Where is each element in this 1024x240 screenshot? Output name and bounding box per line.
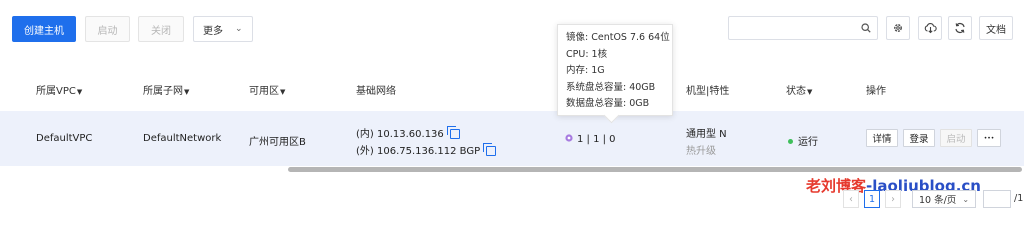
download-button[interactable] <box>918 16 942 40</box>
chevron-down-icon: ⌄ <box>962 194 970 204</box>
next-page-button[interactable]: › <box>885 190 901 208</box>
search-icon <box>861 23 871 33</box>
col-header-ops: 操作 <box>866 86 886 97</box>
copy-icon[interactable] <box>446 126 460 139</box>
total-pages-label: /1 <box>1014 193 1024 204</box>
cell-model: 通用型 N <box>686 129 727 140</box>
page-jump-input[interactable] <box>983 190 1011 208</box>
tooltip-line-image: 镜像: CentOS 7.6 64位 <box>566 32 670 43</box>
page-size-label: 10 条/页 <box>919 195 957 206</box>
config-tooltip: 镜像: CentOS 7.6 64位 CPU: 1核 内存: 1G 系统盘总容量… <box>557 24 673 116</box>
create-host-button[interactable]: 创建主机 <box>12 16 76 42</box>
status-badge: 运行 <box>788 133 818 148</box>
col-header-model: 机型|特性 <box>686 86 730 97</box>
row-start-button[interactable]: 启动 <box>940 129 972 147</box>
cell-vpc[interactable]: DefaultVPC <box>36 133 92 144</box>
status-dot-icon <box>788 139 793 144</box>
chevron-down-icon: ⌄ <box>235 24 243 34</box>
cell-zone: 广州可用区B <box>249 137 306 148</box>
config-gear-icon <box>565 134 573 142</box>
tooltip-line-cpu: CPU: 1核 <box>566 48 608 60</box>
col-header-vpc[interactable]: 所属VPC▼ <box>36 82 82 97</box>
settings-button[interactable] <box>886 16 910 40</box>
cell-config[interactable]: 1 | 1 | 0 <box>564 133 616 145</box>
filter-icon[interactable]: ▼ <box>77 88 82 96</box>
login-button[interactable]: 登录 <box>903 129 935 147</box>
gear-icon <box>894 24 902 32</box>
more-dropdown[interactable]: 更多 ⌄ <box>193 16 253 42</box>
col-header-status[interactable]: 状态▼ <box>786 82 812 97</box>
more-label: 更多 <box>203 25 223 37</box>
horizontal-scrollbar[interactable] <box>288 167 1022 172</box>
tooltip-line-data-disk: 数据盘总容量: 0GB <box>566 98 650 109</box>
search-input[interactable] <box>733 18 857 40</box>
cloud-download-icon <box>924 23 937 34</box>
refresh-button[interactable] <box>948 16 972 40</box>
filter-icon[interactable]: ▼ <box>807 88 812 96</box>
docs-button[interactable]: 文档 <box>979 16 1013 40</box>
col-header-network: 基础网络 <box>356 86 396 97</box>
tooltip-line-memory: 内存: 1G <box>566 65 605 76</box>
row-more-button[interactable]: ••• <box>977 129 1001 147</box>
tooltip-line-system-disk: 系统盘总容量: 40GB <box>566 81 656 93</box>
start-button[interactable]: 启动 <box>85 16 130 42</box>
page-number-current[interactable]: 1 <box>864 190 880 208</box>
filter-icon[interactable]: ▼ <box>184 88 189 96</box>
cell-upgrade: 热升级 <box>686 146 716 157</box>
search-input-wrapper[interactable] <box>728 16 878 40</box>
copy-icon[interactable] <box>483 143 497 156</box>
refresh-icon <box>955 23 965 33</box>
col-header-zone[interactable]: 可用区▼ <box>249 82 285 97</box>
col-header-subnet[interactable]: 所属子网▼ <box>143 82 189 97</box>
close-button[interactable]: 关闭 <box>138 16 184 42</box>
prev-page-button[interactable]: ‹ <box>843 190 859 208</box>
page-size-select[interactable]: 10 条/页 ⌄ <box>912 190 976 208</box>
filter-icon[interactable]: ▼ <box>280 88 285 96</box>
detail-button[interactable]: 详情 <box>866 129 898 147</box>
cell-ip-inner: (内) 10.13.60.136 <box>356 125 460 140</box>
cell-subnet[interactable]: DefaultNetwork <box>143 133 221 144</box>
cell-ip-outer: (外) 106.75.136.112 BGP <box>356 142 497 157</box>
